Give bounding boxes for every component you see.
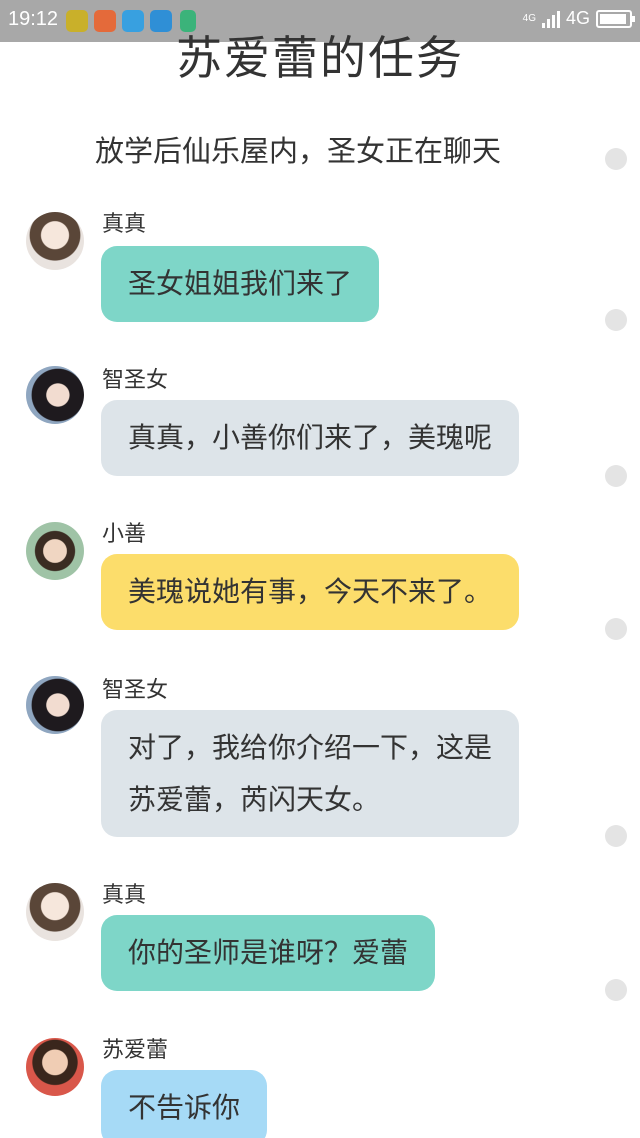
message-bubble[interactable]: 圣女姐姐我们来了 <box>101 246 380 322</box>
sender-name: 智圣女 <box>102 678 169 703</box>
message-bubble[interactable]: 不告诉你 <box>101 1070 268 1138</box>
scroll-indicator-dot <box>605 465 627 487</box>
scroll-indicator-dot <box>605 148 627 170</box>
sender-name: 小善 <box>102 522 147 547</box>
message-text: 真真，小善你们来了，美瑰呢 <box>128 421 493 454</box>
sender-name: 真真 <box>102 883 147 908</box>
zhenzhen-avatar[interactable] <box>26 212 84 270</box>
xiaoshan-avatar[interactable] <box>26 522 84 580</box>
message-text: 你的圣师是谁呀？爱蕾 <box>128 936 409 969</box>
scroll-indicator-dot <box>605 618 627 640</box>
zhi-shengnv-avatar[interactable] <box>26 676 84 734</box>
scroll-indicator-dot <box>605 309 627 331</box>
zhi-shengnv-avatar[interactable] <box>26 366 84 424</box>
scroll-indicator-dot <box>605 825 627 847</box>
page-title: 苏爱蕾的任务 <box>176 31 464 85</box>
message-text: 苏爱蕾，芮闪天女。 <box>128 783 381 816</box>
message-text: 对了，我给你介绍一下，这是 <box>128 731 493 764</box>
zhenzhen-avatar[interactable] <box>26 883 84 941</box>
message-text: 圣女姐姐我们来了 <box>128 267 353 300</box>
sender-name: 苏爱蕾 <box>102 1038 169 1063</box>
message-bubble[interactable]: 美瑰说她有事，今天不来了。 <box>101 554 520 630</box>
message-text: 不告诉你 <box>128 1091 241 1124</box>
message-bubble[interactable]: 你的圣师是谁呀？爱蕾 <box>101 915 436 991</box>
sender-name: 真真 <box>102 212 147 237</box>
sender-name: 智圣女 <box>102 368 169 393</box>
scene-description: 放学后仙乐屋内，圣女正在聊天 <box>94 134 501 168</box>
scroll-indicator-dot <box>605 979 627 1001</box>
message-text: 美瑰说她有事，今天不来了。 <box>128 575 493 608</box>
su-ailei-avatar[interactable] <box>26 1038 84 1096</box>
message-bubble[interactable]: 真真，小善你们来了，美瑰呢 <box>101 400 520 476</box>
message-bubble[interactable]: 对了，我给你介绍一下，这是 苏爱蕾，芮闪天女。 <box>101 710 520 837</box>
